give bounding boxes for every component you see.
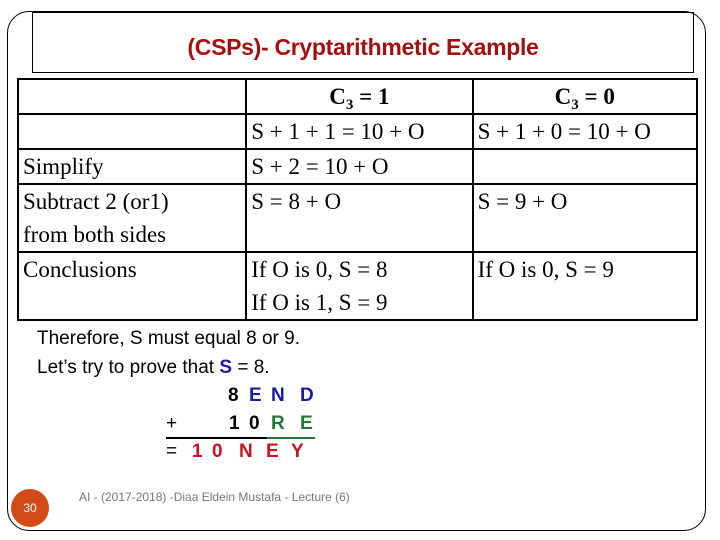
cell-c3-1: S + 1 + 1 = 10 + O — [245, 113, 474, 150]
header-var: C — [329, 84, 346, 109]
cell-c3-1: S = 8 + O — [245, 183, 474, 253]
sum-rule-black — [166, 437, 267, 439]
sum-rule-green — [267, 437, 315, 439]
cell-c3-0: S = 9 + O — [471, 183, 699, 253]
header-cell-empty — [16, 78, 248, 115]
body-line-2-prefix: Let’s try to prove that — [37, 357, 220, 378]
header-c3-equals-0: C3 = 0 — [471, 78, 699, 115]
table-row: S + 1 + 1 = 10 + O S + 1 + 0 = 10 + O — [16, 113, 699, 150]
table-header-row: C3 = 1 C3 = 0 — [16, 78, 699, 115]
table-row: Simplify S + 2 = 10 + O — [16, 148, 699, 185]
row-label-line: from both sides — [23, 222, 167, 247]
table-row: Conclusions If O is 0, S = 8 If O is 1, S… — [16, 251, 699, 321]
letter-d: D — [300, 385, 314, 406]
footer-caption: AI - (2017-2018) -Diaa Eldein Mustafa - … — [79, 490, 350, 504]
body-line-2-suffix: = 8. — [232, 357, 270, 378]
digit-0: 0 — [249, 413, 260, 434]
header-value: = 1 — [353, 84, 390, 109]
body-text: Therefore, S must equal 8 or 9. Let’s tr… — [37, 324, 300, 382]
letter-e: E — [249, 385, 262, 406]
cell-c3-0: S + 1 + 0 = 10 + O — [471, 113, 699, 150]
letter-n: N — [271, 385, 285, 406]
letter-e: E — [300, 413, 313, 434]
letter-e: E — [266, 441, 279, 462]
table-row: Subtract 2 (or1) from both sides S = 8 + … — [16, 183, 699, 253]
row-label-simplify: Simplify — [16, 148, 248, 185]
conclusion-line: If O is 0, S = 8 — [251, 257, 388, 282]
letter-n: N — [239, 441, 253, 462]
plus-operator: + — [166, 413, 178, 434]
highlight-s: S — [219, 357, 233, 378]
body-line-1: Therefore, S must equal 8 or 9. — [37, 328, 300, 349]
cell-c3-0: If O is 0, S = 9 — [471, 251, 699, 321]
digit-1: 1 — [192, 441, 203, 462]
digit-8: 8 — [228, 385, 239, 406]
row-label — [16, 113, 248, 150]
conclusion-line: If O is 1, S = 9 — [251, 290, 388, 315]
conclusion-line: If O is 0, S = 9 — [477, 257, 614, 282]
header-var: C — [554, 84, 572, 109]
row-label-conclusions: Conclusions — [16, 251, 248, 321]
letter-y: Y — [291, 441, 304, 462]
slide-title: (CSPs)- Cryptarithmetic Example — [187, 34, 539, 60]
row-label-subtract: Subtract 2 (or1) from both sides — [16, 183, 248, 253]
row-label-line: Subtract 2 (or1) — [23, 189, 169, 214]
cell-c3-1: S + 2 = 10 + O — [245, 148, 474, 185]
letter-r: R — [271, 413, 285, 434]
header-c3-equals-1: C3 = 1 — [245, 78, 474, 115]
page-number-badge: 30 — [11, 489, 49, 527]
digit-1: 1 — [229, 413, 240, 434]
cell-c3-0 — [471, 148, 699, 185]
csp-table: C3 = 1 C3 = 0 S + 1 + 1 = 10 + O S + 1 +… — [16, 78, 699, 321]
cell-c3-1: If O is 0, S = 8 If O is 1, S = 9 — [245, 251, 474, 321]
header-value: = 0 — [578, 84, 615, 109]
body-line-2: Let’s try to prove that S = 8. — [37, 353, 300, 382]
digit-0: 0 — [212, 441, 223, 462]
title-box: (CSPs)- Cryptarithmetic Example — [32, 12, 694, 73]
equals-operator: = — [166, 441, 178, 462]
header-sub: 3 — [571, 97, 579, 113]
